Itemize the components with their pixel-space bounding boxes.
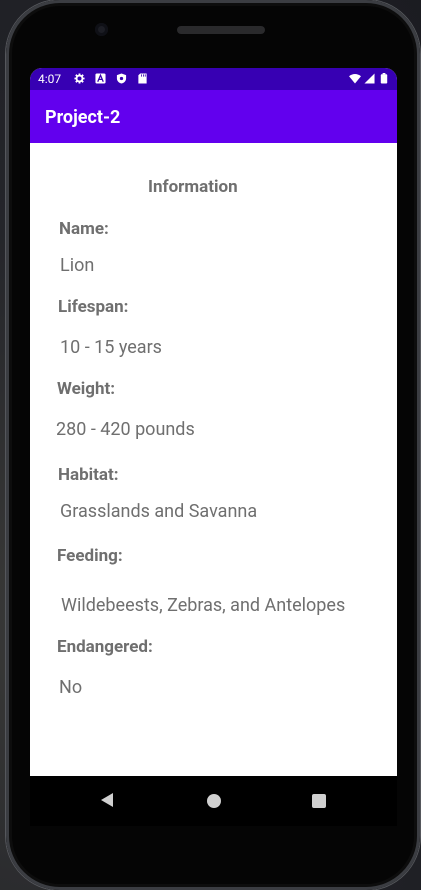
shield-icon: [116, 73, 127, 84]
habitat-value: Grasslands and Savanna: [60, 501, 258, 522]
a-icon: [95, 73, 106, 84]
weight-value: 280 - 420 pounds: [56, 419, 195, 440]
wifi-icon: [349, 73, 361, 84]
recents-icon[interactable]: [312, 794, 326, 808]
earpiece-speaker: [177, 26, 265, 34]
home-icon[interactable]: [207, 794, 221, 808]
navigation-bar: [30, 776, 397, 826]
weight-label: Weight:: [57, 379, 116, 399]
info-content: Information Name: Lion Lifespan: 10 - 15…: [30, 143, 397, 776]
status-time: 4:07: [38, 72, 62, 86]
name-value: Lion: [60, 255, 95, 276]
app-bar: Project-2: [30, 90, 397, 143]
feeding-label: Feeding:: [57, 546, 123, 566]
battery-icon: [380, 73, 388, 84]
signal-icon: [364, 73, 375, 84]
status-bar: 4:07: [30, 68, 397, 90]
sd-card-icon: [138, 73, 147, 84]
endangered-value: No: [59, 677, 83, 698]
back-icon[interactable]: [100, 792, 114, 808]
name-label: Name:: [59, 219, 109, 239]
phone-screen: 4:07 Project-2 Information Name: Lion Li…: [30, 68, 397, 776]
front-camera-icon: [95, 23, 108, 36]
app-title: Project-2: [45, 107, 121, 128]
feeding-value: Wildebeests, Zebras, and Antelopes: [61, 595, 346, 616]
lifespan-label: Lifespan:: [58, 297, 129, 317]
habitat-label: Habitat:: [58, 465, 119, 485]
lifespan-value: 10 - 15 years: [60, 337, 162, 358]
gear-icon: [74, 73, 85, 84]
endangered-label: Endangered:: [57, 637, 153, 657]
info-heading: Information: [148, 177, 238, 197]
